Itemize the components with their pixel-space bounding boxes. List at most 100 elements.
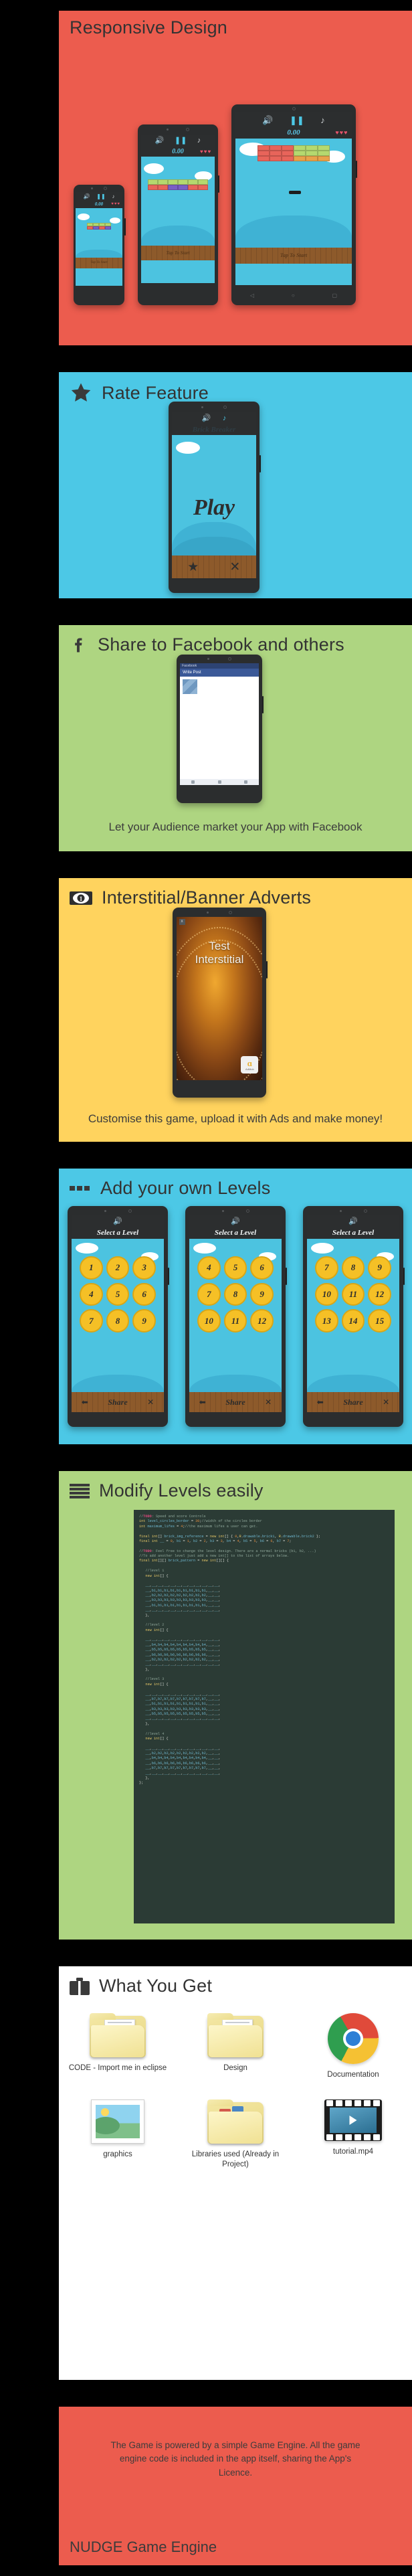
level-button[interactable]: 10: [197, 1309, 221, 1333]
close-icon[interactable]: x: [179, 919, 185, 925]
level-button[interactable]: 8: [223, 1282, 247, 1306]
level-button[interactable]: 9: [368, 1256, 392, 1280]
home-icon[interactable]: [217, 780, 221, 784]
level-button[interactable]: 14: [341, 1309, 365, 1333]
levels-phone-2: 🔊 Select a Level 4 5 6 7 8 9 10 11 12 ⬅ …: [185, 1206, 287, 1427]
pause-icon[interactable]: ❚❚: [175, 137, 187, 145]
brick: [177, 179, 188, 185]
deliverable-code[interactable]: CODE - Import me in eclipse: [59, 2005, 177, 2091]
back-icon[interactable]: ◁: [250, 292, 254, 298]
deliverable-libraries[interactable]: Libraries used (Already in Project): [177, 2091, 294, 2181]
image-folder-icon: [90, 2099, 144, 2144]
level-button[interactable]: 3: [132, 1256, 157, 1280]
close-cross-icon[interactable]: ✕: [147, 1397, 154, 1407]
deliverable-label: Design: [223, 2064, 247, 2072]
section-header: Responsive Design: [59, 11, 412, 42]
deliverable-design[interactable]: Design: [177, 2005, 294, 2091]
deliverable-graphics[interactable]: graphics: [59, 2091, 177, 2181]
sound-icon[interactable]: 🔊: [348, 1217, 358, 1225]
level-button[interactable]: 7: [197, 1282, 221, 1306]
sensor-dot: [166, 128, 169, 131]
level-button[interactable]: 2: [106, 1256, 130, 1280]
exit-cross-button[interactable]: ✕: [214, 555, 256, 578]
level-button[interactable]: 8: [341, 1256, 365, 1280]
brick: [105, 226, 111, 230]
level-button[interactable]: 6: [132, 1282, 157, 1306]
brick: [257, 151, 270, 156]
sound-icon[interactable]: 🔊: [262, 116, 273, 124]
level-button[interactable]: 5: [106, 1282, 130, 1306]
section-caption: Let your Audience market your App with F…: [108, 821, 363, 833]
brick-row: [242, 151, 345, 156]
level-button[interactable]: 1: [80, 1256, 103, 1280]
power-button: [218, 175, 219, 193]
level-button[interactable]: 15: [368, 1309, 392, 1333]
play-button[interactable]: Play: [172, 495, 255, 521]
level-button[interactable]: 7: [315, 1256, 338, 1280]
back-arrow-icon[interactable]: ⬅: [82, 1397, 88, 1407]
levels-footer-3: ⬅ Share ✕: [307, 1392, 399, 1412]
level-button[interactable]: 8: [106, 1309, 130, 1333]
phone-chin: [169, 578, 260, 593]
sound-icon[interactable]: 🔊: [231, 1217, 240, 1225]
level-button[interactable]: 9: [132, 1309, 157, 1333]
level-button[interactable]: 12: [250, 1309, 274, 1333]
power-button: [260, 455, 261, 473]
back-arrow-icon[interactable]: ⬅: [317, 1397, 324, 1407]
sound-icon[interactable]: 🔊: [84, 193, 90, 199]
section-title: Responsive Design: [70, 17, 228, 37]
level-button[interactable]: 6: [250, 1256, 274, 1280]
screen-title: Select a Level: [307, 1227, 399, 1239]
section-share-facebook: Share to Facebook and others Facebook Wr…: [59, 625, 412, 851]
level-button[interactable]: 4: [80, 1282, 103, 1306]
deliverable-documentation[interactable]: Documentation: [294, 2005, 412, 2091]
interstitial-line-2: Interstitial: [195, 952, 244, 966]
recents-icon[interactable]: [243, 780, 247, 784]
close-cross-icon[interactable]: ✕: [383, 1397, 389, 1407]
promo-page: Responsive Design 🔊 ❚❚ ♪ 0.00 ♥♥♥ Tap To…: [0, 0, 412, 2576]
wood-panel: Tap To Start: [235, 248, 352, 264]
recents-icon[interactable]: ▢: [332, 292, 338, 298]
level-button[interactable]: 13: [315, 1309, 338, 1333]
level-button[interactable]: 12: [368, 1282, 392, 1306]
level-button[interactable]: 4: [197, 1256, 221, 1280]
pause-icon[interactable]: ❚❚: [290, 116, 304, 124]
section-what-you-get: What You Get CODE - Import me in eclipse: [59, 1966, 412, 2380]
back-icon[interactable]: [191, 780, 195, 784]
section-levels: Add your own Levels 🔊 Select a Level 1 2…: [59, 1169, 412, 1444]
level-button[interactable]: 11: [223, 1309, 247, 1333]
back-arrow-icon[interactable]: ⬅: [199, 1397, 206, 1407]
music-icon[interactable]: ♪: [112, 193, 114, 199]
power-button: [124, 218, 126, 236]
level-button[interactable]: 7: [80, 1309, 103, 1333]
music-icon[interactable]: ♪: [223, 414, 227, 422]
sensor-dot: [104, 1209, 106, 1212]
deliverable-tutorial[interactable]: tutorial.mp4: [294, 2091, 412, 2181]
home-icon[interactable]: ○: [292, 292, 295, 298]
sound-icon[interactable]: 🔊: [155, 137, 165, 145]
share-button[interactable]: Share: [108, 1397, 127, 1407]
admob-badge[interactable]: ɑ AdMob: [241, 1056, 259, 1074]
brick: [197, 179, 208, 185]
image-thumbnail: [95, 2105, 140, 2139]
pause-icon[interactable]: ❚❚: [96, 193, 105, 199]
music-icon[interactable]: ♪: [320, 116, 325, 124]
rate-star-button[interactable]: ★: [172, 555, 214, 578]
share-button[interactable]: Share: [225, 1397, 245, 1407]
close-cross-icon[interactable]: ✕: [265, 1397, 272, 1407]
section-rate-feature: Rate Feature 🔊 ♪ Brick Breaker Play ★ ✕: [59, 372, 412, 598]
phone-top-sensors: [173, 908, 266, 917]
share-button[interactable]: Share: [343, 1397, 363, 1407]
sound-icon[interactable]: 🔊: [113, 1217, 122, 1225]
level-button[interactable]: 5: [223, 1256, 247, 1280]
music-icon[interactable]: ♪: [197, 137, 201, 145]
brick: [257, 156, 270, 161]
level-button[interactable]: 11: [341, 1282, 365, 1306]
section-header: Modify Levels easily: [59, 1471, 412, 1505]
share-preview: [180, 677, 259, 697]
level-button[interactable]: 9: [250, 1282, 274, 1306]
code-editor[interactable]: //TODO: Speed and score Controls int lev…: [134, 1510, 395, 1923]
sound-icon[interactable]: 🔊: [202, 414, 211, 422]
section-modify-levels: Modify Levels easily //TODO: Speed and s…: [59, 1471, 412, 1940]
level-button[interactable]: 10: [315, 1282, 338, 1306]
